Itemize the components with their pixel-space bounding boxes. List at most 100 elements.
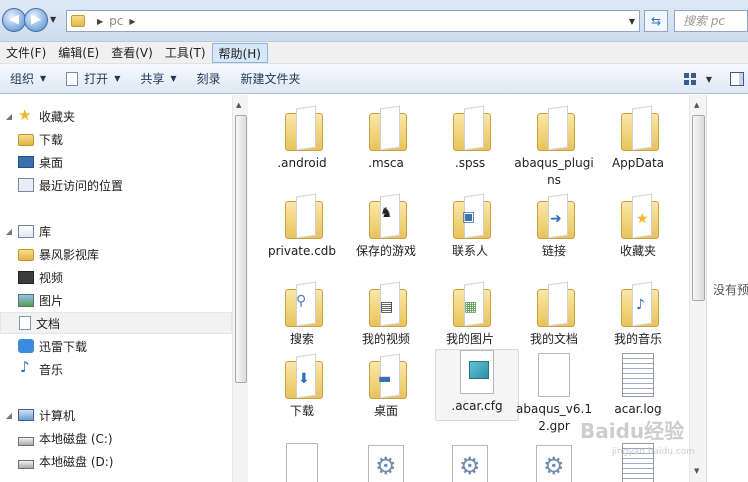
file-item[interactable]: acar.log — [596, 353, 680, 418]
folder-icon — [366, 103, 407, 151]
scroll-up-icon[interactable]: ▲ — [694, 101, 699, 109]
file-item[interactable] — [344, 445, 428, 482]
collapse-icon[interactable]: ◢ — [4, 112, 14, 121]
nav-label: 下载 — [39, 132, 64, 147]
view-grid-icon — [683, 73, 696, 85]
file-item[interactable]: ▬ 桌面 — [344, 351, 428, 420]
file-item[interactable]: ★ 收藏夹 — [596, 191, 680, 260]
file-item[interactable]: ⬇ 下载 — [260, 351, 344, 420]
menu-help[interactable]: 帮助(H) — [211, 42, 268, 63]
collapse-icon[interactable]: ◢ — [4, 227, 14, 236]
share-button[interactable]: 共享 ▼ — [130, 67, 186, 91]
nav-recent[interactable]: 最近访问的位置 — [0, 174, 232, 196]
contacts-icon: ▣ — [450, 191, 491, 239]
nav-videos[interactable]: 视频 — [0, 266, 232, 288]
content-scrollbar[interactable]: ▲ ▼ — [689, 95, 706, 482]
menu-tools[interactable]: 工具(T) — [159, 43, 212, 63]
file-item[interactable]: 我的文档 — [512, 279, 596, 348]
nav-favorites[interactable]: ◢ 收藏夹 — [0, 105, 232, 127]
nav-desktop[interactable]: 桌面 — [0, 151, 232, 173]
file-item[interactable]: ▣ 联系人 — [428, 191, 512, 260]
file-item[interactable]: ▤ 我的视频 — [344, 279, 428, 348]
nav-disk-d[interactable]: 本地磁盘 (D:) — [0, 450, 232, 472]
nav-disk-c[interactable]: 本地磁盘 (C:) — [0, 427, 232, 449]
file-item[interactable]: private.cdb — [260, 191, 344, 260]
file-item[interactable]: ♞ 保存的游戏 — [344, 191, 428, 260]
search-input[interactable]: 搜索 pc — [674, 10, 748, 32]
nav-scroll-thumb[interactable] — [235, 115, 247, 383]
file-label: 我的图片 — [445, 332, 494, 346]
file-item[interactable]: abaqus_plugins — [512, 103, 596, 189]
chevron-down-icon: ▼ — [170, 73, 177, 83]
breadcrumb-chevron-icon[interactable]: ▶ — [129, 17, 135, 26]
nav-label: 文档 — [36, 316, 61, 331]
view-dropdown-icon[interactable]: ▼ — [706, 75, 712, 84]
menu-view[interactable]: 查看(V) — [105, 43, 159, 63]
burn-button[interactable]: 刻录 — [187, 67, 231, 91]
file-item[interactable]: ▦ 我的图片 — [428, 279, 512, 348]
nav-label: 音乐 — [39, 362, 64, 377]
file-item[interactable]: ⚲ 搜索 — [260, 279, 344, 348]
nav-documents[interactable]: 文档 — [0, 312, 232, 334]
file-item[interactable]: .spss — [428, 103, 512, 172]
forward-button[interactable]: ▶ — [24, 8, 48, 32]
organize-button[interactable]: 组织 ▼ — [0, 67, 56, 91]
star-icon — [18, 106, 34, 124]
file-item[interactable]: AppData — [596, 103, 680, 172]
download-folder-icon — [18, 134, 34, 146]
breadcrumb-chevron-icon[interactable]: ▶ — [97, 17, 103, 26]
nav-thunder-downloads[interactable]: 迅雷下载 — [0, 335, 232, 357]
file-label: .spss — [454, 156, 486, 170]
history-dropdown-icon[interactable]: ▼ — [50, 15, 56, 24]
nav-libraries[interactable]: ◢ 库 — [0, 220, 232, 242]
file-icon — [538, 353, 570, 397]
hard-disk-icon — [18, 459, 34, 469]
breadcrumb-pc[interactable]: pc — [109, 14, 123, 28]
file-item[interactable]: .msca — [344, 103, 428, 172]
favorites-folder-icon: ★ — [618, 191, 659, 239]
document-icon — [19, 316, 31, 330]
scroll-up-icon[interactable]: ▲ — [236, 101, 241, 109]
magnifier-icon: ⚲ — [296, 293, 307, 309]
scroll-down-icon[interactable]: ▼ — [694, 467, 699, 475]
change-view-button[interactable] — [680, 69, 702, 89]
menu-edit[interactable]: 编辑(E) — [52, 43, 105, 63]
file-label: 我的音乐 — [613, 332, 662, 346]
my-pictures-icon: ▦ — [450, 279, 491, 327]
address-bar[interactable]: ▶ pc ▶ ▼ — [66, 10, 640, 32]
content-scroll-thumb[interactable] — [692, 115, 705, 301]
address-dropdown-icon[interactable]: ▼ — [629, 17, 635, 26]
collapse-icon[interactable]: ◢ — [4, 411, 14, 420]
folder-icon — [18, 249, 34, 261]
folder-icon — [282, 191, 323, 239]
file-label: 我的文档 — [529, 332, 578, 346]
nav-computer[interactable]: ◢ 计算机 — [0, 404, 232, 426]
file-label: .msca — [368, 156, 404, 170]
new-folder-button[interactable]: 新建文件夹 — [231, 67, 311, 91]
refresh-button[interactable]: ⇆ — [644, 10, 668, 32]
links-icon: ➜ — [534, 191, 575, 239]
file-item[interactable] — [428, 445, 512, 482]
file-item[interactable]: ♪ 我的音乐 — [596, 279, 680, 348]
file-item[interactable] — [260, 443, 344, 482]
nav-pictures[interactable]: 图片 — [0, 289, 232, 311]
menu-file[interactable]: 文件(F) — [0, 43, 52, 63]
file-item[interactable]: .android — [260, 103, 344, 172]
preview-pane-button[interactable] — [726, 69, 748, 89]
navigation-pane: ◢收藏夹 下载 桌面 最近访问的位置 ◢库 暴风影视库 视频 图片 文档 迅雷下… — [0, 95, 248, 482]
folder-user-icon — [71, 15, 85, 27]
back-button[interactable]: ◀ — [2, 8, 26, 32]
nav-label: 最近访问的位置 — [39, 178, 124, 193]
file-item[interactable]: .acar.cfg — [435, 349, 519, 421]
folder-icon — [450, 103, 491, 151]
open-button[interactable]: 打开 ▼ — [56, 67, 130, 91]
nav-storm-library[interactable]: 暴风影视库 — [0, 243, 232, 265]
nav-label: 图片 — [39, 293, 64, 308]
file-item[interactable]: ➜ 链接 — [512, 191, 596, 260]
nav-scrollbar[interactable]: ▲ — [232, 95, 248, 482]
nav-downloads[interactable]: 下载 — [0, 128, 232, 150]
saved-games-icon: ♞ — [366, 191, 407, 239]
file-item[interactable] — [512, 445, 596, 482]
file-label: 保存的游戏 — [355, 244, 416, 258]
nav-music[interactable]: 音乐 — [0, 358, 232, 380]
